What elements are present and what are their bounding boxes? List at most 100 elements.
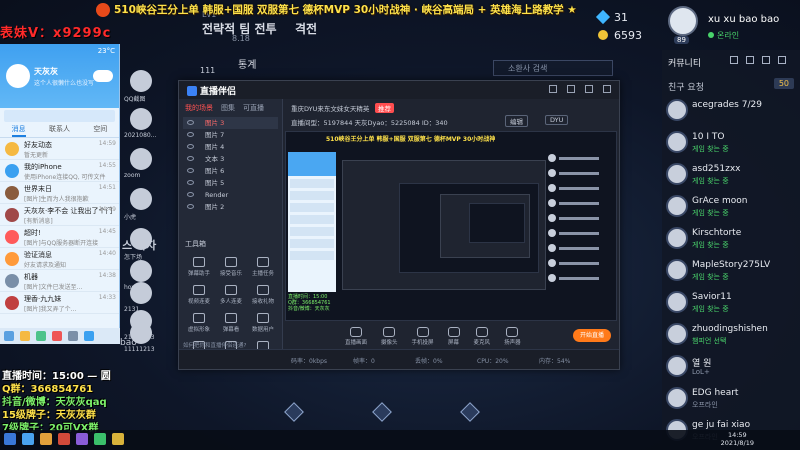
friend-row[interactable]: asd251zxx 게임 찾는 중 [662,160,800,190]
qq-chat-item[interactable]: 验证消息 好友请求及通知 14:40 [0,248,119,270]
desktop-thumb[interactable] [130,148,152,170]
capture-control[interactable]: 麦克风 [474,327,490,351]
list-icon[interactable] [762,56,770,64]
visibility-eye-icon[interactable] [187,132,194,137]
friend-row[interactable]: acegrades 7/29 [662,96,800,126]
desktop-thumb[interactable] [130,108,152,130]
visibility-eye-icon[interactable] [187,120,194,125]
apps-icon[interactable] [36,331,46,341]
qq-chat-item[interactable]: 机器 [图片]文件已发送至... 14:38 [0,270,119,292]
room-title[interactable]: 重庆DYU来东文妹女天精英 [291,103,369,113]
friend-row[interactable]: EDG heart 오프라인 [662,384,800,414]
scene-item[interactable]: 图片 4 [183,141,278,153]
scene-item[interactable]: 图片 2 [183,201,278,213]
qq-signature[interactable]: 这个人很懒什么也没写 [34,78,94,87]
capture-control[interactable]: 直播画面 [345,327,367,351]
friend-row[interactable]: Kirschtorte 게임 찾는 중 [662,224,800,254]
scene-item[interactable]: 图片 5 [183,177,278,189]
tab-clash[interactable]: 격전 [295,20,317,37]
tool-button[interactable]: 主播任务 [247,255,279,277]
system-clock[interactable]: 14:59 2021/8/19 [721,431,754,447]
edit-button[interactable]: 编辑 [505,115,528,127]
desktop-thumb[interactable] [130,282,152,304]
friend-avatar[interactable] [666,291,688,313]
friend-row[interactable]: MapleStory275LV 게임 찾는 중 [662,256,800,286]
visibility-eye-icon[interactable] [187,204,194,209]
category-button[interactable]: DYU [545,115,569,125]
tool-button[interactable]: 接收礼物 [247,283,279,305]
visibility-eye-icon[interactable] [187,192,194,197]
qq-chat-item[interactable]: 天灰灰·李不会 让我出了个门 [有新消息] 14:49 [0,204,119,226]
skin-icon[interactable] [567,85,575,93]
qq-chat-item[interactable]: 超时! [图片]与QQ服务器断开连接 14:45 [0,226,119,248]
minimize-icon[interactable] [585,85,593,93]
visibility-eye-icon[interactable] [187,156,194,161]
tool-button[interactable]: 弹幕看 [215,311,247,333]
qq-chat-item[interactable]: 世界末日 [图片]生而为人我很抱歉 14:51 [0,182,119,204]
tool-button[interactable]: 视频连麦 [183,283,215,305]
menu-icon[interactable] [4,331,14,341]
start-live-button[interactable]: 开始直播 [573,329,611,342]
friend-avatar[interactable] [666,259,688,281]
visibility-eye-icon[interactable] [187,168,194,173]
preview-canvas[interactable]: 510峡谷王分上单 韩服+国服 双服第七 德杯MVP 30小时战神 直播时间：1… [285,131,617,321]
desktop-thumb[interactable] [130,260,152,282]
scene-item[interactable]: 图片 3 [183,117,278,129]
profile-card[interactable]: 89 xu xu bao bao 온라인 [664,4,800,48]
qq-chat-item[interactable]: 理香·九九妹 [图片]我又弄了个... 14:33 [0,292,119,314]
tab-live[interactable]: 可直播 [243,103,264,113]
qq-chat-item[interactable]: 我的iPhone 使用iPhone连接QQ, 可传文件 14:55 [0,160,119,182]
tab-space[interactable]: 空间 [93,124,107,137]
add-friend-icon[interactable] [730,56,738,64]
qq-search-input[interactable] [4,110,115,122]
friend-row[interactable]: 10 I TO 게임 찾는 중 [662,128,800,158]
scene-item[interactable]: 文本 3 [183,153,278,165]
mail-icon[interactable] [68,331,78,341]
tab-my-scenes[interactable]: 我的场景 [185,103,213,113]
search-icon[interactable] [778,56,786,64]
game-icon[interactable] [52,331,62,341]
friend-avatar[interactable] [666,387,688,409]
windows-start-icon[interactable] [4,433,16,445]
friend-row[interactable]: Savior11 게임 찾는 중 [662,288,800,318]
capture-control[interactable]: 手机投屏 [412,327,434,351]
friend-avatar[interactable] [666,163,688,185]
friend-row[interactable]: zhuodingshishen 챔피언 선택 [662,320,800,350]
nav-label-stats[interactable]: 통계 [238,56,256,71]
friend-requests-label[interactable]: 친구 요청 [668,80,704,93]
qq-icon[interactable] [22,433,34,445]
desktop-thumb[interactable] [130,70,152,92]
summoner-search-input[interactable]: 소환사 검색 [493,60,613,76]
wechat-icon[interactable] [94,433,106,445]
help-tip[interactable]: 如何把你和直播伴侣连通? [183,341,246,349]
friend-avatar[interactable] [666,355,688,377]
tab-messages[interactable]: 消息 [11,124,26,137]
avatar[interactable] [668,6,698,36]
tab-contacts[interactable]: 联系人 [49,124,70,137]
scene-item[interactable]: 图片 6 [183,165,278,177]
capture-control[interactable]: 屏幕 [447,327,460,351]
tool-button[interactable]: 多人连麦 [215,283,247,305]
friend-avatar[interactable] [666,99,688,121]
friend-row[interactable]: 열 원 LoL+ [662,352,800,382]
friend-avatar[interactable] [666,227,688,249]
friend-avatar[interactable] [666,323,688,345]
desktop-thumb[interactable] [130,188,152,210]
scene-item[interactable]: 图片 7 [183,129,278,141]
friend-row[interactable]: GrAce moon 게임 찾는 중 [662,192,800,222]
video-icon[interactable] [84,331,94,341]
tool-button[interactable]: 数据用户 [247,311,279,333]
folder-icon[interactable] [40,433,52,445]
tool-button[interactable]: 接受音乐 [215,255,247,277]
qq-avatar[interactable] [6,64,30,88]
stream-app-icon[interactable] [76,433,88,445]
folder-icon[interactable] [746,56,754,64]
folder-icon[interactable] [20,331,30,341]
browser-icon[interactable] [58,433,70,445]
scene-item[interactable]: Render [183,189,278,201]
visibility-eye-icon[interactable] [187,144,194,149]
tab-gallery[interactable]: 图集 [221,103,235,113]
qq-chat-item[interactable]: 好友动态 暂无更新 14:59 [0,138,119,160]
friend-avatar[interactable] [666,131,688,153]
capture-control[interactable]: 摄像头 [381,327,398,351]
